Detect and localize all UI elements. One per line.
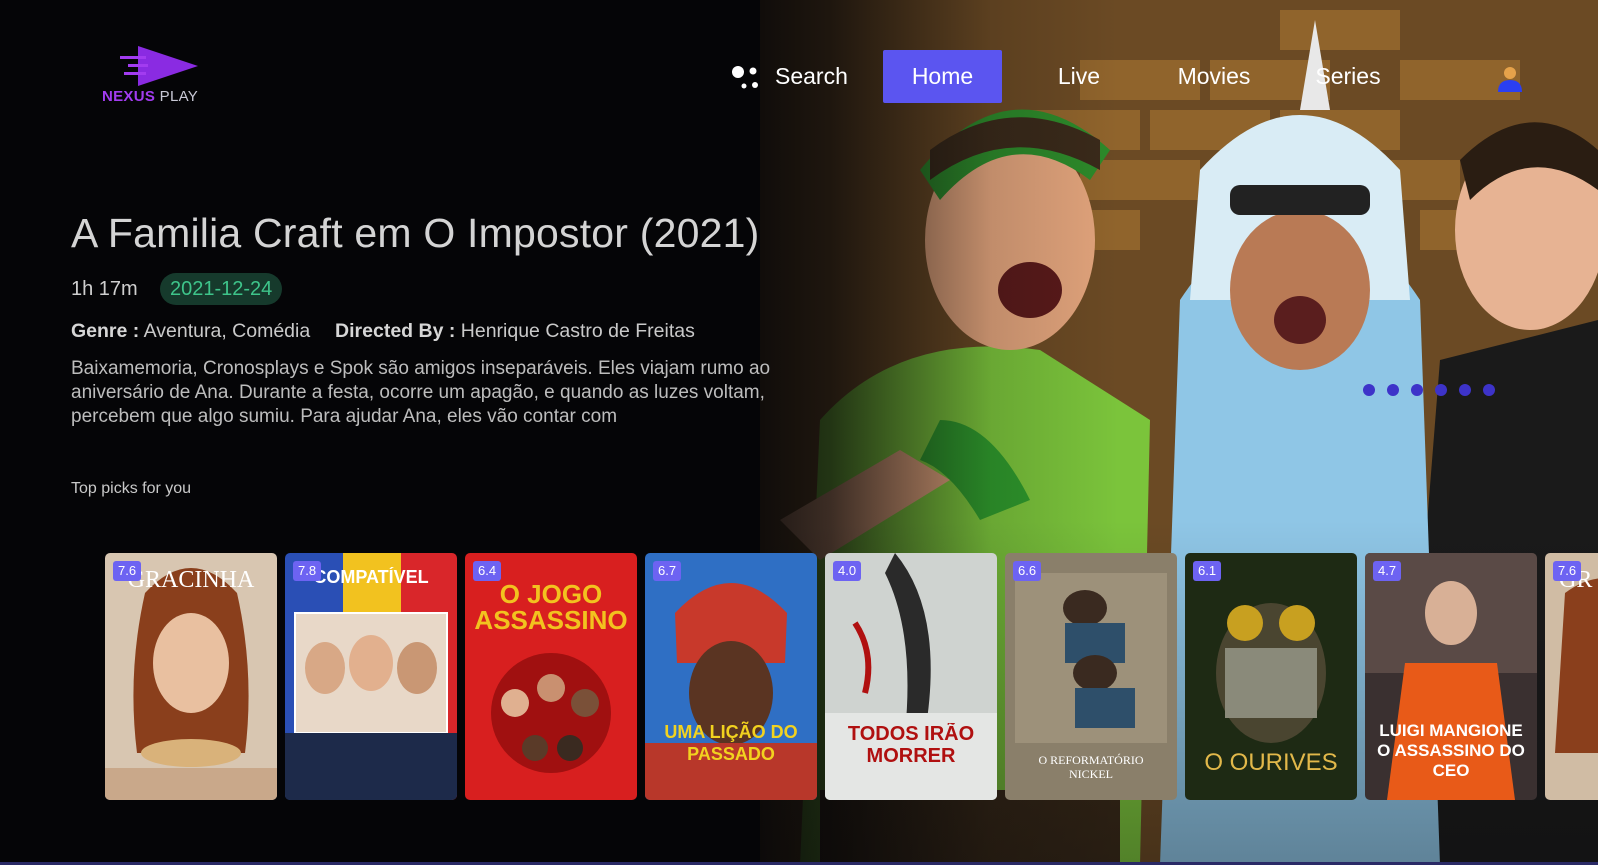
rating-badge: 6.7 xyxy=(653,561,682,581)
nav-search-label: Search xyxy=(775,63,848,89)
rating-badge: 4.0 xyxy=(833,561,862,581)
director-label: Directed By : xyxy=(335,320,456,342)
rating-badge: 7.8 xyxy=(293,561,322,581)
nav-movies[interactable]: Movies xyxy=(1160,50,1268,103)
rating-badge: 6.6 xyxy=(1013,561,1042,581)
rating-badge: 6.1 xyxy=(1193,561,1222,581)
rating-badge: 7.6 xyxy=(113,561,142,581)
carousel-dot[interactable] xyxy=(1411,384,1423,396)
nav-series[interactable]: Series xyxy=(1295,50,1401,103)
nav-live[interactable]: Live xyxy=(1030,50,1128,103)
featured-title: A Familia Craft em O Impostor (2021) xyxy=(71,210,760,256)
poster-title: O OURIVES xyxy=(1204,749,1338,776)
nav-home[interactable]: Home xyxy=(883,50,1002,103)
nav-search[interactable]: Search xyxy=(730,50,850,103)
poster-title: O JOGO ASSASSINO xyxy=(474,581,628,633)
movie-card[interactable]: O OURIVES 6.1 xyxy=(1185,553,1357,800)
poster-title: LUIGI MANGIONE O ASSASSINO DO CEO xyxy=(1377,721,1525,780)
poster-title: O REFORMATÓRIO NICKEL xyxy=(1038,753,1144,781)
movie-card[interactable]: O JOGO ASSASSINO 6.4 xyxy=(465,553,637,800)
movie-card[interactable]: O REFORMATÓRIO NICKEL 6.6 xyxy=(1005,553,1177,800)
director-value: Henrique Castro de Freitas xyxy=(460,320,695,342)
google-assistant-dots-icon xyxy=(732,66,758,89)
movie-card[interactable]: COMPATÍVEL 7.8 xyxy=(285,553,457,800)
poster-title: UMA LIÇÃO DO PASSADO xyxy=(664,722,798,764)
rating-badge: 6.4 xyxy=(473,561,502,581)
carousel-dot[interactable] xyxy=(1459,384,1471,396)
rating-badge: 4.7 xyxy=(1373,561,1402,581)
top-nav: Search Home Live Movies Series xyxy=(0,50,1598,103)
poster-title: TODOS IRÃO MORRER xyxy=(847,723,975,767)
featured-duration: 1h 17m xyxy=(71,278,138,300)
genre-value: Aventura, Comédia xyxy=(143,320,311,342)
user-icon[interactable] xyxy=(1496,64,1524,92)
featured-credits: Genre : Aventura, Comédia Directed By : … xyxy=(71,320,695,343)
carousel-dot[interactable] xyxy=(1387,384,1399,396)
genre-label: Genre : xyxy=(71,320,140,342)
movie-card[interactable]: LUIGI MANGIONE O ASSASSINO DO CEO 4.7 xyxy=(1365,553,1537,800)
carousel-dot[interactable] xyxy=(1435,384,1447,396)
carousel-dot[interactable] xyxy=(1483,384,1495,396)
poster-row: GRACINHA 7.6 COMPATÍVEL 7.8 O JOGO ASSAS… xyxy=(0,553,1598,800)
movie-card[interactable]: GRACINHA 7.6 xyxy=(105,553,277,800)
row-title: Top picks for you xyxy=(71,480,192,497)
movie-card[interactable]: GR 7.6 xyxy=(1545,553,1598,800)
release-date-badge: 2021-12-24 xyxy=(160,273,283,305)
rating-badge: 7.6 xyxy=(1553,561,1582,581)
movie-card[interactable]: TODOS IRÃO MORRER 4.0 xyxy=(825,553,997,800)
featured-synopsis: Baixamemoria, Cronosplays e Spok são ami… xyxy=(71,358,771,427)
carousel-dot[interactable] xyxy=(1363,384,1375,396)
movie-card[interactable]: UMA LIÇÃO DO PASSADO 6.7 xyxy=(645,553,817,800)
